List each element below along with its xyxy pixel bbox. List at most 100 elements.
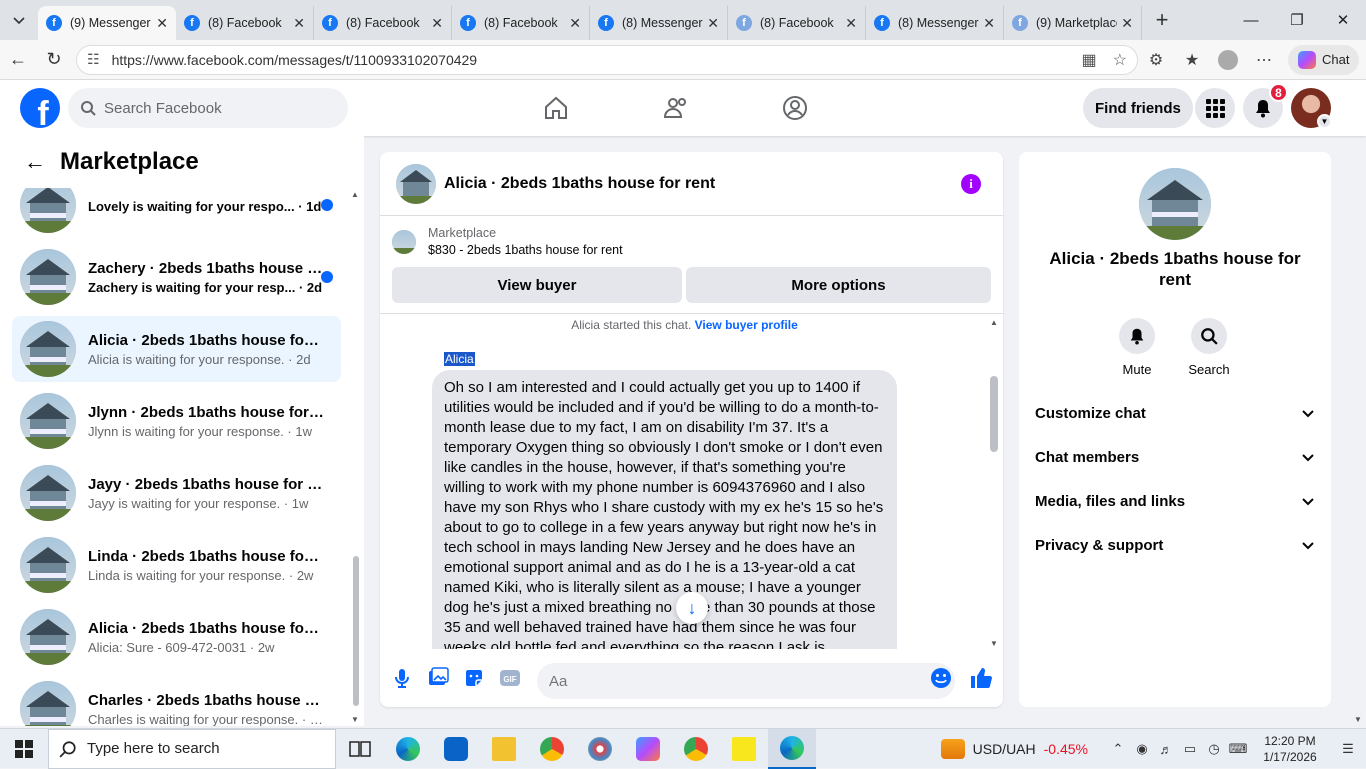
conversation-item[interactable]: Alicia · 2beds 1baths house for r... Alic… [12, 316, 341, 382]
back-button[interactable]: ← [0, 42, 36, 78]
app-install-icon[interactable]: ▦ [1082, 50, 1097, 70]
chat-avatar[interactable] [396, 163, 436, 204]
conversation-item[interactable]: Jayy · 2beds 1baths house for rent Jayy i… [12, 460, 341, 526]
network-icon[interactable]: ◉ [1130, 741, 1154, 757]
close-tab-icon[interactable]: ✕ [707, 15, 719, 32]
mute-button[interactable]: Mute [1107, 318, 1167, 377]
scroll-to-bottom-button[interactable]: ↓ [676, 592, 708, 624]
message-scrollbar[interactable]: ▲ ▼ [987, 314, 1001, 649]
view-buyer-button[interactable]: View buyer [392, 267, 682, 303]
info-section[interactable]: Chat members [1035, 437, 1315, 477]
paint-icon[interactable] [576, 729, 624, 769]
close-tab-icon[interactable]: ✕ [431, 15, 443, 32]
home-icon[interactable] [542, 94, 570, 122]
friends-icon[interactable] [662, 94, 690, 122]
edge-icon[interactable] [384, 729, 432, 769]
site-info-icon[interactable]: ☷ [87, 51, 100, 68]
browser-tab[interactable]: f (8) Facebook ✕ [314, 6, 452, 40]
currency-widget[interactable]: USD/UAH -0.45% [940, 739, 1088, 759]
gif-icon[interactable]: GIF [499, 667, 521, 689]
conversation-item[interactable]: Charles · 2beds 1baths house for... Charl… [12, 676, 341, 726]
message-bubble[interactable]: Oh so I am interested and I could actual… [432, 370, 897, 649]
keyboard-icon[interactable]: ⌨ [1226, 741, 1250, 757]
maximize-button[interactable]: ❐ [1274, 0, 1320, 40]
back-arrow-icon[interactable]: ← [24, 149, 46, 175]
task-view-icon[interactable] [336, 729, 384, 769]
taskbar-search[interactable]: Type here to search [48, 728, 336, 769]
start-button[interactable] [0, 729, 48, 769]
favorites-icon[interactable]: ★ [1174, 50, 1210, 70]
volume-icon[interactable]: ♬ [1154, 742, 1178, 757]
page-scrollbar[interactable]: ▼ [1350, 136, 1366, 726]
listing-summary[interactable]: Marketplace $830 - 2beds 1baths house fo… [392, 226, 623, 257]
chat-title[interactable]: Alicia · 2beds 1baths house for rent [444, 175, 715, 193]
close-tab-icon[interactable]: ✕ [569, 15, 581, 32]
close-tab-icon[interactable]: ✕ [1121, 15, 1133, 32]
file-explorer-icon[interactable] [480, 729, 528, 769]
sidebar-scrollbar[interactable]: ▲ ▼ [350, 188, 362, 724]
browser-tab[interactable]: f (8) Facebook ✕ [728, 6, 866, 40]
conversation-item[interactable]: Linda · 2beds 1baths house for r... Linda… [12, 532, 341, 598]
clock[interactable]: 12:20 PM 1/17/2026 [1250, 733, 1330, 765]
profile-icon[interactable] [1210, 49, 1246, 70]
conversation-item[interactable]: Alicia · 2beds 1baths house for r... Alic… [12, 604, 341, 670]
extensions-icon[interactable]: ⚙ [1138, 50, 1174, 70]
search-in-conversation-button[interactable]: Search [1179, 318, 1239, 377]
sticker-icon[interactable] [463, 667, 485, 689]
info-icon[interactable]: i [961, 174, 981, 194]
browser-tab[interactable]: f (9) Messenger | ✕ [38, 6, 176, 40]
unread-dot [321, 199, 333, 211]
menu-button[interactable] [1195, 88, 1235, 128]
close-tab-icon[interactable]: ✕ [845, 15, 857, 32]
minimize-button[interactable]: — [1228, 0, 1274, 40]
browser-tab[interactable]: f (8) Facebook ✕ [176, 6, 314, 40]
chevron-up-icon[interactable]: ⌃ [1106, 741, 1130, 757]
conversation-item[interactable]: Zachery · 2beds 1baths house f... Zachery… [12, 244, 341, 310]
facebook-search[interactable]: Search Facebook [68, 88, 348, 128]
groups-icon[interactable] [781, 94, 809, 122]
browser-tab[interactable]: f (8) Messenger | ✕ [590, 6, 728, 40]
microphone-icon[interactable] [391, 667, 413, 689]
tab-actions-menu[interactable] [0, 0, 38, 40]
sidebar-scroll-thumb[interactable] [353, 556, 359, 706]
photo-icon[interactable] [427, 667, 449, 689]
more-menu-icon[interactable]: ⋯ [1246, 50, 1282, 70]
more-options-button[interactable]: More options [686, 267, 991, 303]
browser-tab[interactable]: f (9) Marketplace ✕ [1004, 6, 1142, 40]
url-bar[interactable]: ☷ https://www.facebook.com/messages/t/11… [76, 44, 1138, 75]
close-tab-icon[interactable]: ✕ [156, 15, 168, 32]
chrome-profile-icon[interactable] [672, 729, 720, 769]
windows-taskbar: Type here to search USD/UAH -0.45% ⌃ ◉ ♬… [0, 728, 1366, 769]
find-friends-button[interactable]: Find friends [1083, 88, 1193, 128]
message-scroll-thumb[interactable] [990, 376, 998, 452]
sidebar-title: Marketplace [60, 148, 199, 175]
message-input[interactable] [537, 663, 955, 699]
info-section[interactable]: Customize chat [1035, 393, 1315, 433]
copilot-chat-button[interactable]: Chat [1288, 44, 1360, 75]
outlook-icon[interactable] [432, 729, 480, 769]
account-chevron-icon[interactable]: ▼ [1317, 114, 1332, 129]
notification-center-icon[interactable]: ☰ [1330, 741, 1366, 757]
facebook-logo[interactable]: f [20, 88, 60, 128]
close-tab-icon[interactable]: ✕ [983, 15, 995, 32]
browser-tab[interactable]: f (8) Facebook ✕ [452, 6, 590, 40]
info-section[interactable]: Privacy & support [1035, 525, 1315, 565]
battery-icon[interactable]: ▭ [1178, 741, 1202, 757]
reload-button[interactable]: ↻ [36, 42, 72, 78]
close-tab-icon[interactable]: ✕ [293, 15, 305, 32]
chrome-icon[interactable] [528, 729, 576, 769]
wifi-icon[interactable]: ◷ [1202, 741, 1226, 757]
copilot-icon[interactable] [624, 729, 672, 769]
info-section[interactable]: Media, files and links [1035, 481, 1315, 521]
edge-active-icon[interactable] [768, 728, 816, 769]
favorite-star-icon[interactable]: ☆ [1113, 50, 1127, 70]
view-buyer-profile-link[interactable]: View buyer profile [695, 318, 798, 332]
browser-tab[interactable]: f (8) Messenger | ✕ [866, 6, 1004, 40]
new-tab-button[interactable]: + [1142, 7, 1182, 33]
thumbs-up-icon[interactable] [969, 666, 993, 690]
close-window-button[interactable]: ✕ [1320, 0, 1366, 40]
sticky-notes-icon[interactable] [720, 729, 768, 769]
emoji-icon[interactable] [930, 667, 952, 689]
search-icon [81, 101, 96, 116]
conversation-item[interactable]: Jlynn · 2beds 1baths house for r... Jlynn… [12, 388, 341, 454]
